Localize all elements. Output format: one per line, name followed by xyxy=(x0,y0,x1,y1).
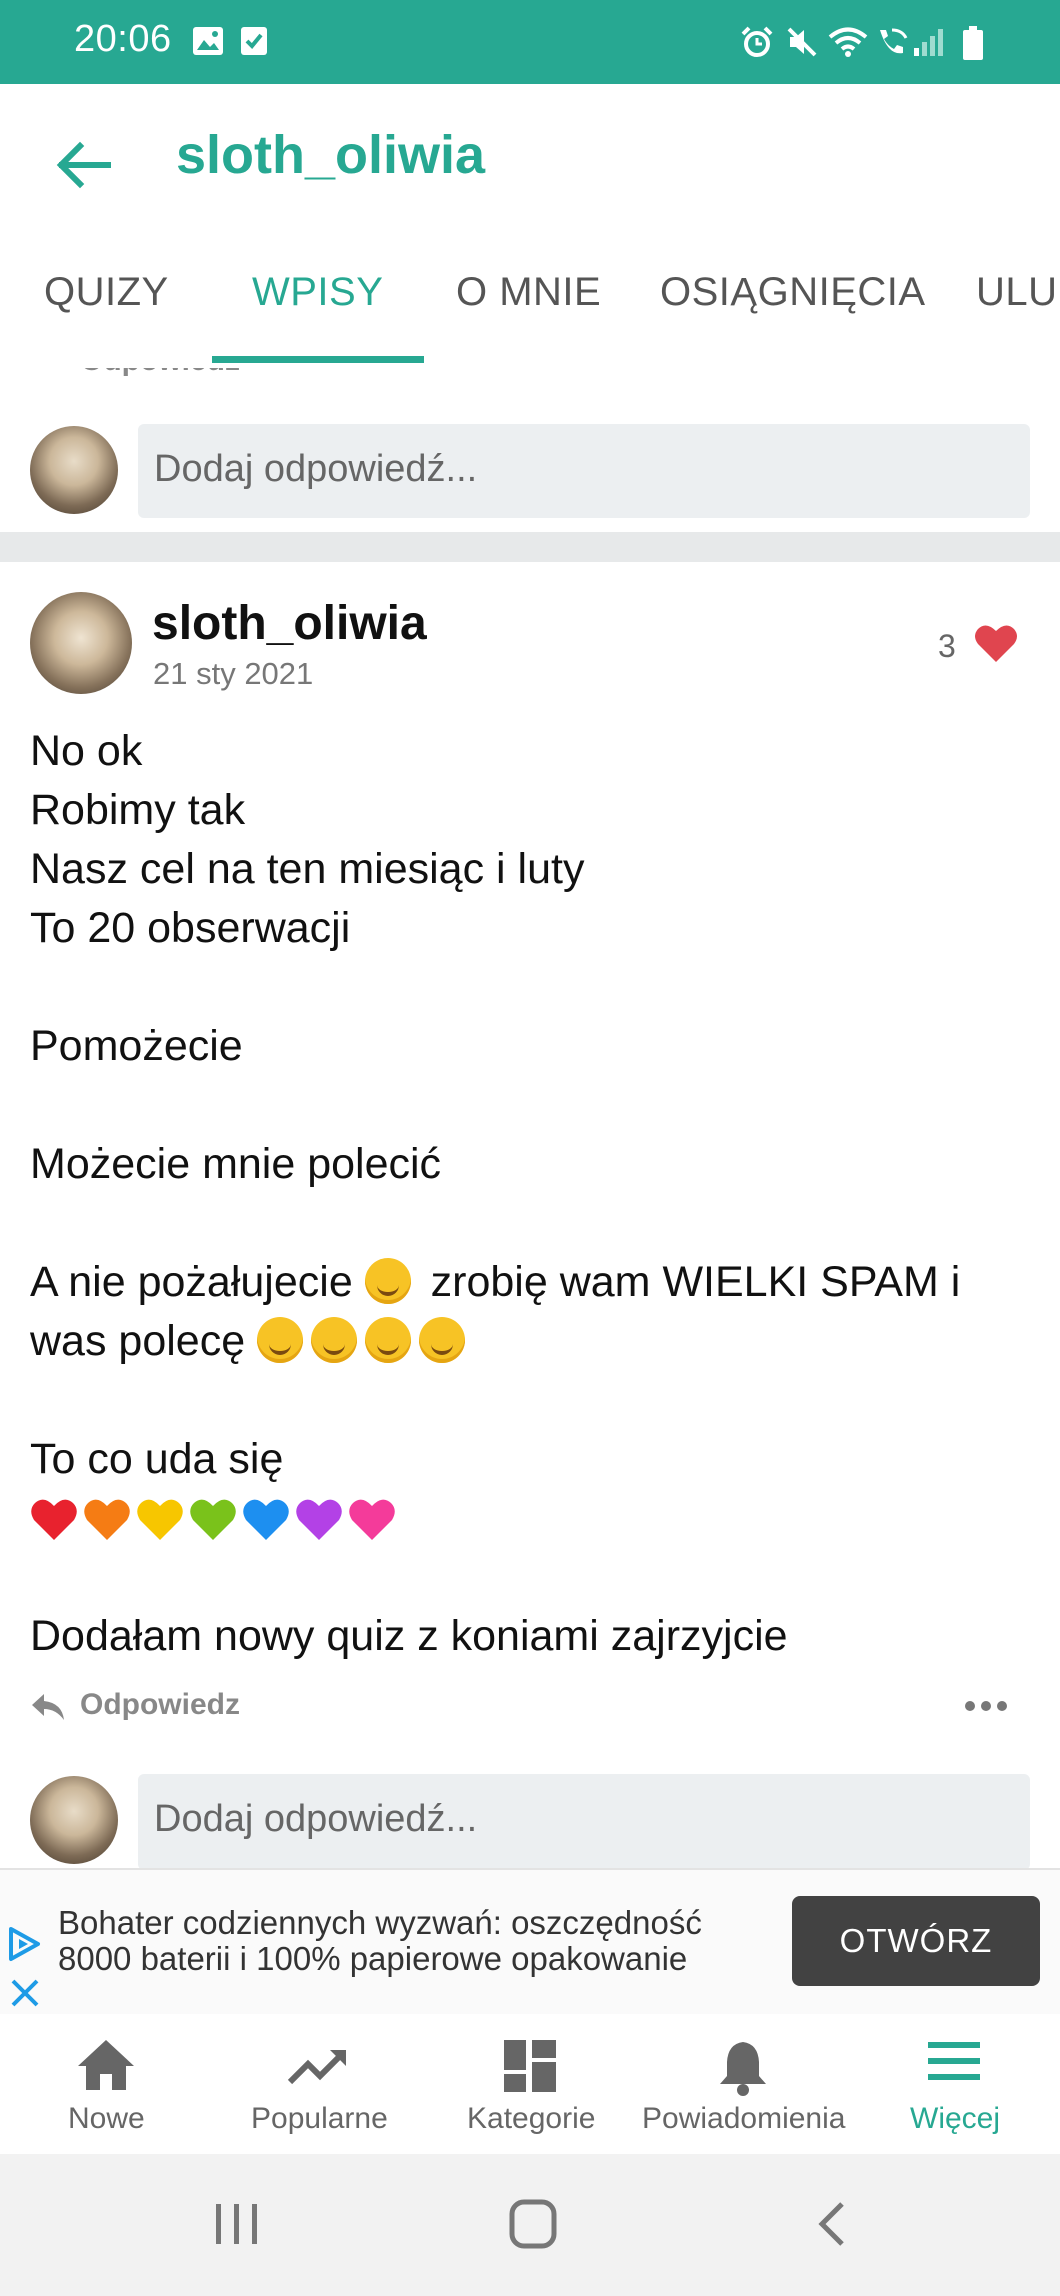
page-title: sloth_oliwia xyxy=(176,125,486,185)
wink-emoji xyxy=(364,1258,411,1304)
tab-wpisy[interactable]: WPISY xyxy=(252,270,383,315)
nav-item-nowe[interactable]: Nowe xyxy=(0,2014,212,2154)
tab-o-mnie[interactable]: O MNIE xyxy=(456,270,601,315)
nav-label: Kategorie xyxy=(467,2102,596,2135)
avatar xyxy=(30,426,118,514)
arrow-back-icon[interactable] xyxy=(50,132,116,198)
post-date: 21 sty 2021 xyxy=(153,656,314,691)
system-nav-bar xyxy=(0,2154,1060,2296)
post-text: A nie pożałujecie xyxy=(30,1258,353,1306)
close-icon[interactable] xyxy=(10,1978,40,2008)
post-text: zrobię wam WIELKI SPAM i xyxy=(430,1258,961,1306)
ad-choices-icon[interactable] xyxy=(6,1926,42,1962)
post-line: was polecę xyxy=(30,1312,1040,1371)
heart-icon[interactable] xyxy=(974,622,1018,664)
recent-apps-icon[interactable] xyxy=(212,2200,262,2248)
battery-icon xyxy=(963,26,983,60)
author-avatar[interactable] xyxy=(30,592,132,694)
hearts-row xyxy=(30,1489,1040,1548)
heart-emoji xyxy=(296,1499,342,1540)
nav-item-kategorie[interactable]: Kategorie xyxy=(424,2014,636,2154)
post-line: No ok xyxy=(30,727,143,775)
ad-text: Bohater codziennych wyzwań: oszczędność xyxy=(58,1904,702,1941)
bell-icon xyxy=(720,2042,766,2096)
status-bar: 20:06 xyxy=(0,0,1060,84)
post-line: To co uda się xyxy=(30,1435,284,1483)
post-line: To 20 obserwacji xyxy=(30,904,351,952)
reply-input[interactable]: Dodaj odpowiedź... xyxy=(138,1774,1030,1870)
tab-quizy[interactable]: QUIZY xyxy=(44,270,169,315)
reply-label: Odpowiedz xyxy=(80,1688,240,1721)
post-line: A nie pożałujecie zrobię wam WIELKI SPAM… xyxy=(30,1253,1040,1312)
nav-label: Nowe xyxy=(68,2102,145,2135)
heart-emoji xyxy=(84,1499,130,1540)
nav-item-popularne[interactable]: Popularne xyxy=(212,2014,424,2154)
bottom-nav: Nowe Popularne Kategorie Powiadomienia W… xyxy=(0,2014,1060,2154)
nav-label: Popularne xyxy=(251,2102,388,2135)
ad-text: 8000 baterii i 100% papierowe opakowanie xyxy=(58,1940,688,1977)
heart-emoji xyxy=(31,1499,77,1540)
divider xyxy=(0,532,1060,562)
partial-reply-label: Odpowiedz xyxy=(80,368,240,376)
partial-reply-link: Odpowiedz xyxy=(30,368,330,376)
tab-osiagniecia[interactable]: OSIĄGNIĘCIA xyxy=(660,270,926,315)
ad-open-button[interactable]: OTWÓRZ xyxy=(792,1896,1040,1986)
post-author[interactable]: sloth_oliwia xyxy=(152,596,427,651)
smile-emoji xyxy=(311,1317,358,1363)
heart-emoji xyxy=(137,1499,183,1540)
nav-item-powiadomienia[interactable]: Powiadomienia xyxy=(636,2014,848,2154)
post-text: was polecę xyxy=(30,1317,246,1365)
like-count: 3 xyxy=(938,628,956,664)
post-line: Nasz cel na ten miesiąc i luty xyxy=(30,845,585,893)
profile-tabs: QUIZY WPISY O MNIE OSIĄGNIĘCIA ULUB xyxy=(0,234,1060,368)
wifi-call-icon xyxy=(880,28,908,54)
check-box-icon xyxy=(241,27,267,55)
heart-emoji xyxy=(243,1499,289,1540)
grin-emoji xyxy=(365,1317,412,1363)
dashboard-icon xyxy=(504,2040,556,2092)
mute-icon xyxy=(787,27,817,57)
app-bar: sloth_oliwia xyxy=(0,84,1060,234)
post-line: Możecie mnie polecić xyxy=(30,1140,442,1188)
emoji-row xyxy=(257,1317,473,1365)
more-options-icon[interactable] xyxy=(964,1700,1008,1712)
reply-icon xyxy=(32,1694,64,1720)
home-button-icon[interactable] xyxy=(508,2198,558,2250)
avatar xyxy=(30,1776,118,1864)
smile-emoji xyxy=(257,1317,304,1363)
post-line: Pomożecie xyxy=(30,1022,243,1070)
grin-emoji xyxy=(419,1317,466,1363)
nav-item-wiecej[interactable]: Więcej xyxy=(848,2014,1060,2154)
tab-ulubione[interactable]: ULUB xyxy=(976,270,1060,315)
wifi-icon xyxy=(828,27,868,57)
nav-label: Powiadomienia xyxy=(642,2102,846,2135)
post-line: Robimy tak xyxy=(30,786,246,834)
post-body: No ok Robimy tak Nasz cel na ten miesiąc… xyxy=(30,722,1040,1666)
home-icon xyxy=(78,2040,134,2090)
alarm-icon xyxy=(741,26,773,57)
heart-emoji xyxy=(349,1499,395,1540)
post-line: Dodałam nowy quiz z koniami zajrzyjcie xyxy=(30,1612,788,1660)
back-button-icon[interactable] xyxy=(812,2200,852,2248)
trending-icon xyxy=(287,2050,346,2085)
tab-indicator xyxy=(212,356,424,363)
ad-banner[interactable]: Bohater codziennych wyzwań: oszczędność … xyxy=(0,1868,1060,2016)
image-icon xyxy=(193,27,223,55)
menu-icon xyxy=(928,2042,980,2080)
nav-label: Więcej xyxy=(910,2102,1001,2135)
status-time: 20:06 xyxy=(74,18,172,60)
heart-emoji xyxy=(190,1499,236,1540)
signal-icon xyxy=(914,29,943,56)
reply-input[interactable]: Dodaj odpowiedź... xyxy=(138,424,1030,518)
